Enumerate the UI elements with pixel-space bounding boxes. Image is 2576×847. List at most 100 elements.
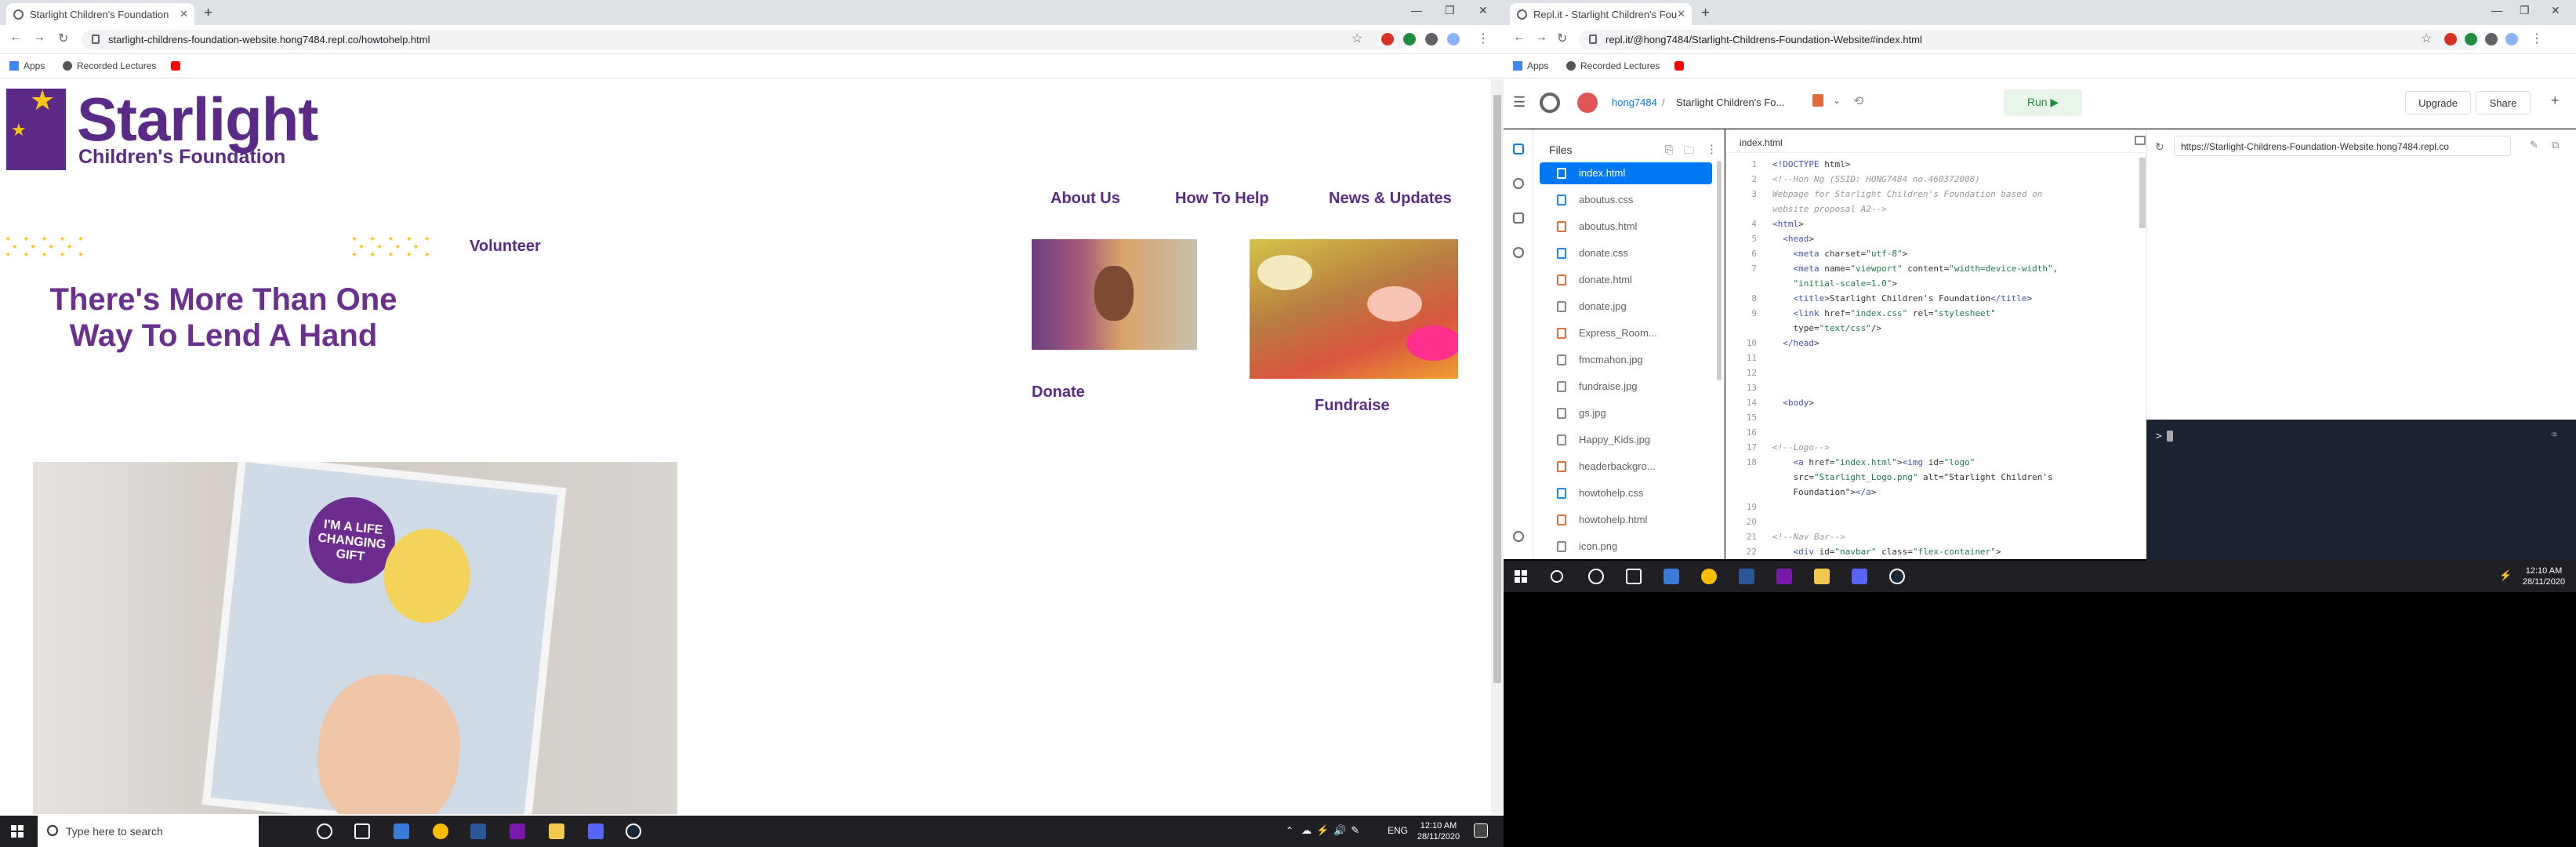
username-link[interactable]: hong7484: [1612, 96, 1657, 108]
word-icon[interactable]: [1739, 569, 1754, 584]
discord-icon[interactable]: [1852, 569, 1867, 584]
bookmark-apps[interactable]: Apps: [9, 60, 45, 71]
packages-icon[interactable]: [1513, 213, 1524, 224]
steam-icon[interactable]: [1889, 569, 1905, 584]
share-button[interactable]: Share: [2476, 91, 2531, 115]
extensions-puzzle-icon[interactable]: [2485, 33, 2498, 45]
menu-dots-icon[interactable]: ⋮: [1477, 31, 1489, 46]
file-item[interactable]: fundraise.jpg: [1540, 376, 1712, 398]
bookmark-recorded-lectures[interactable]: Recorded Lectures: [1566, 60, 1660, 71]
network-icon[interactable]: ⚡: [2499, 569, 2512, 582]
starlight-tab[interactable]: Starlight Children's Foundation ✕: [6, 3, 194, 25]
donate-link[interactable]: Donate: [1032, 384, 1085, 402]
file-item[interactable]: icon.png: [1540, 536, 1712, 558]
logo-icon[interactable]: ★ ★: [6, 84, 66, 170]
volunteer-heading[interactable]: Volunteer: [470, 238, 541, 256]
close-window-icon[interactable]: ✕: [2551, 4, 2560, 17]
fundraise-link[interactable]: Fundraise: [1315, 397, 1390, 415]
close-window-icon[interactable]: ✕: [1478, 4, 1488, 17]
logo-title[interactable]: Starlight: [77, 84, 318, 155]
webview-reload-icon[interactable]: ↻: [2155, 140, 2164, 154]
close-tab-icon[interactable]: ✕: [180, 8, 188, 20]
page-scrollbar[interactable]: [1491, 79, 1504, 814]
windows-start-icon[interactable]: [1515, 570, 1527, 583]
upgrade-button[interactable]: Upgrade: [2405, 91, 2471, 115]
edit-icon[interactable]: ✎: [2530, 139, 2538, 151]
file-item[interactable]: howtohelp.html: [1540, 509, 1712, 531]
chrome-icon[interactable]: [433, 823, 448, 839]
bookmark-star-icon[interactable]: ☆: [2421, 31, 2432, 46]
taskbar-clock[interactable]: 12:10 AM 28/11/2020: [1411, 820, 1466, 842]
bookmark-star-icon[interactable]: ☆: [1351, 31, 1362, 46]
notifications-icon[interactable]: [1474, 823, 1488, 838]
history-icon[interactable]: ⟲: [1853, 93, 1863, 109]
nav-about-us[interactable]: About Us: [1050, 190, 1120, 208]
task-view-icon[interactable]: [1626, 569, 1642, 584]
chevron-down-icon[interactable]: ⌄: [1833, 95, 1841, 106]
add-icon[interactable]: +: [2551, 93, 2560, 109]
files-icon[interactable]: [1513, 144, 1524, 154]
open-in-new-tab-icon[interactable]: ⧉: [2552, 139, 2559, 151]
file-item[interactable]: headerbackgro...: [1540, 456, 1712, 478]
files-menu-icon[interactable]: ⋮: [1706, 142, 1718, 156]
scrollbar-thumb[interactable]: [1493, 95, 1501, 683]
app-icon[interactable]: [1664, 569, 1679, 584]
user-avatar[interactable]: [1577, 93, 1598, 113]
donate-photo[interactable]: [1032, 239, 1197, 350]
file-item[interactable]: Happy_Kids.jpg: [1540, 429, 1712, 451]
file-item[interactable]: gs.jpg: [1540, 402, 1712, 424]
forward-icon[interactable]: →: [33, 31, 45, 45]
tab-index-html[interactable]: index.html: [1740, 137, 1783, 148]
console-panel[interactable]: > ⌫: [2146, 420, 2576, 561]
onenote-icon[interactable]: [1776, 569, 1792, 584]
bookmark-youtube[interactable]: [1674, 60, 1689, 71]
file-item[interactable]: donate.html: [1540, 269, 1712, 291]
language-indicator[interactable]: ENG: [1388, 825, 1408, 836]
editor-layout-icon[interactable]: [2135, 136, 2146, 145]
run-button[interactable]: Run ▶: [2004, 89, 2082, 116]
onenote-icon[interactable]: [510, 823, 525, 839]
extension-icon[interactable]: [2444, 33, 2457, 45]
bookmark-youtube[interactable]: [171, 60, 185, 71]
steam-icon[interactable]: [626, 823, 641, 839]
windows-start-icon[interactable]: [11, 825, 24, 838]
extension-icon[interactable]: [2465, 33, 2477, 45]
help-icon[interactable]: [1513, 531, 1524, 542]
forward-icon[interactable]: →: [1535, 31, 1547, 45]
back-icon[interactable]: ←: [1513, 31, 1526, 45]
settings-gear-icon[interactable]: [1513, 247, 1524, 258]
webview-url-field[interactable]: https://Starlight-Childrens-Foundation-W…: [2174, 136, 2511, 156]
close-tab-icon[interactable]: ✕: [1677, 8, 1685, 20]
profile-avatar-icon[interactable]: [1447, 33, 1460, 45]
restore-icon[interactable]: ❐: [1445, 4, 1455, 17]
tray-icons[interactable]: ☁⚡🔊✎: [1301, 824, 1364, 837]
cortana-icon[interactable]: [1588, 569, 1604, 584]
extension-icon[interactable]: [1381, 33, 1394, 45]
file-item[interactable]: aboutus.css: [1540, 189, 1712, 211]
fundraise-photo[interactable]: [1250, 239, 1458, 379]
word-icon[interactable]: [470, 823, 486, 839]
minimize-icon[interactable]: —: [2491, 4, 2502, 16]
file-explorer-icon[interactable]: [549, 823, 564, 839]
bookmark-recorded-lectures[interactable]: Recorded Lectures: [63, 60, 156, 71]
minimize-icon[interactable]: —: [1411, 4, 1422, 16]
file-item[interactable]: donate.css: [1540, 242, 1712, 264]
editor-scrollbar[interactable]: [2139, 158, 2146, 228]
bookmark-apps[interactable]: Apps: [1513, 60, 1548, 71]
taskbar-clock[interactable]: 12:10 AM 28/11/2020: [2516, 565, 2571, 587]
clear-console-icon[interactable]: ⌫: [2551, 429, 2556, 440]
nav-how-to-help[interactable]: How To Help: [1175, 190, 1269, 208]
file-item[interactable]: index.html: [1540, 162, 1712, 184]
reload-icon[interactable]: ↻: [1557, 31, 1567, 46]
menu-dots-icon[interactable]: ⋮: [2531, 31, 2543, 46]
extension-icon[interactable]: [1403, 33, 1416, 45]
back-icon[interactable]: ←: [9, 31, 22, 45]
reload-icon[interactable]: ↻: [58, 31, 68, 46]
new-tab-icon[interactable]: +: [1701, 5, 1710, 22]
add-file-icon[interactable]: ⎘: [1665, 144, 1673, 156]
chrome-icon[interactable]: [1701, 569, 1717, 584]
extensions-puzzle-icon[interactable]: [1425, 33, 1438, 45]
file-explorer-icon[interactable]: [1814, 569, 1830, 584]
file-item[interactable]: howtohelp.css: [1540, 482, 1712, 504]
replit-tab[interactable]: Repl.it - Starlight Children's Fou ✕: [1510, 3, 1692, 25]
